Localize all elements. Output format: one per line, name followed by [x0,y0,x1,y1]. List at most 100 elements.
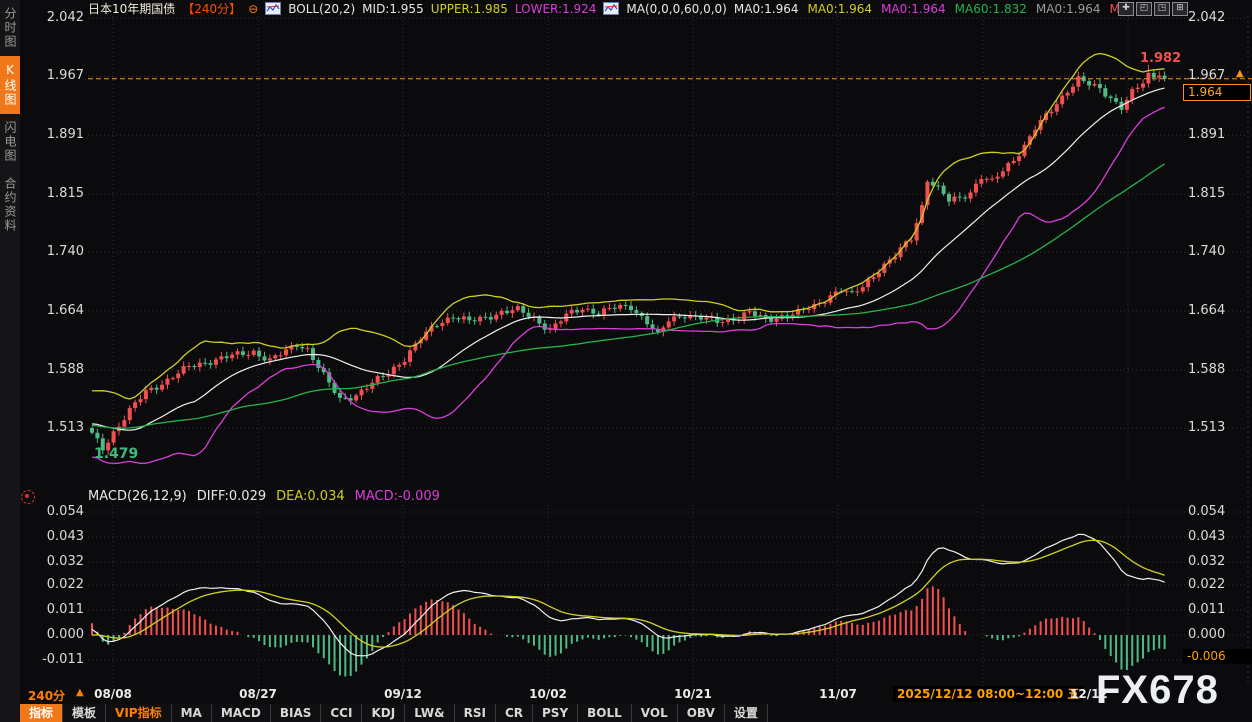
ma-value-4: MA0:1.964 [1036,2,1101,16]
toolbar-item-模板[interactable]: 模板 [63,704,106,722]
y-axis-label-left: 1.740 [26,244,84,259]
y-axis-label-left: 1.815 [26,186,84,201]
watermark: FX678 [1096,668,1219,713]
macd-histogram [92,586,1165,676]
grid-lines [88,16,1248,686]
window-buttons: ✚◰◳⊞ [1118,2,1188,16]
date-tick-label: 11/07 [808,687,868,701]
move-crosshair-icon[interactable]: ✚ [1118,2,1134,16]
y-axis-label-right: 1.815 [1188,186,1225,201]
ma-value-3: MA60:1.832 [955,2,1027,16]
boll-mid-line [92,88,1165,430]
sidebar-tab-1[interactable]: K线图 [0,56,20,114]
date-tick-label: 08/27 [228,687,288,701]
chart-window: 分时图K线图闪电图合约资料 日本10年期国债 【240分】 ⊖ BOLL(20,… [0,0,1252,722]
period-badge: 【240分】 [182,0,241,17]
date-tick-label: 08/08 [83,687,143,701]
macd-header: MACD(26,12,9) DIFF:0.029 DEA:0.034 MACD:… [88,489,440,504]
sidebar-tab-2[interactable]: 闪电图 [0,114,20,170]
price-up-arrow-icon: ▲ [1236,68,1244,79]
y-axis-label-left: 0.032 [26,554,84,569]
macd-diff-value: DIFF:0.029 [197,489,266,504]
toolbar-item-MACD[interactable]: MACD [212,704,271,722]
ma-values: MA0:1.964 MA0:1.964 MA0:1.964 MA60:1.832 MA0… [734,2,1128,16]
toolbar-item-LW&[interactable]: LW& [405,704,454,722]
ma-chart-icon [603,2,619,15]
toolbar-item-BOLL[interactable]: BOLL [578,704,632,722]
date-tick-label: 10/21 [663,687,723,701]
boll-upper-value: UPPER:1.985 [431,2,508,16]
date-tick-label: 09/12 [373,687,433,701]
y-axis-label-right: 0.022 [1188,577,1225,592]
y-axis-label-left: 0.054 [26,504,84,519]
zoom-axis-left-icon[interactable]: ◰ [1136,2,1152,16]
toolbar-item-OBV[interactable]: OBV [678,704,725,722]
toolbar-item-指标[interactable]: 指标 [20,704,63,722]
toolbar-item-KDJ[interactable]: KDJ [362,704,405,722]
session-time-label: 2025/12/12 08:00~12:00 五 [893,686,1083,702]
y-axis-label-left: 1.891 [26,127,84,142]
boll-lower-value: LOWER:1.924 [515,2,597,16]
symbol-title: 日本10年期国债 [88,0,175,17]
y-axis-label-right: 1.513 [1188,420,1225,435]
kline-chart-canvas[interactable] [0,0,1252,722]
period-selector[interactable]: 240分 [28,687,65,704]
left-sidebar: 分时图K线图闪电图合约资料 [0,0,20,722]
y-axis-label-right: 2.042 [1188,10,1225,25]
macd-label: MACD(26,12,9) [88,489,187,504]
macd-dea-value: DEA:0.034 [276,489,345,504]
ma-value-1: MA0:1.964 [807,2,872,16]
toolbar-item-RSI[interactable]: RSI [455,704,496,722]
macd-target-icon[interactable] [21,490,35,504]
y-axis-label-right: 1.891 [1188,127,1225,142]
last-price-tag: 1.964 [1183,84,1251,101]
time-axis: 240分 ▲ 2025/12/12 08:00~12:00 五 12/12 08… [0,686,1252,704]
y-axis-label-left: 1.513 [26,420,84,435]
y-axis-label-right: 0.011 [1188,602,1225,617]
sidebar-tab-0[interactable]: 分时图 [0,0,20,56]
toolbar-item-设置[interactable]: 设置 [725,704,768,722]
toolbar-item-PSY[interactable]: PSY [533,704,578,722]
y-axis-label-right: 1.588 [1188,362,1225,377]
chart-header: 日本10年期国债 【240分】 ⊖ BOLL(20,2) MID:1.955 U… [88,1,1128,16]
boll-chart-icon [265,2,281,15]
y-axis-label-left: 1.967 [26,68,84,83]
toolbar-item-VOL[interactable]: VOL [632,704,678,722]
y-axis-label-left: 0.000 [26,627,84,642]
macd-dea-line [92,540,1165,647]
y-axis-label-left: 0.043 [26,529,84,544]
toolbar-item-BIAS[interactable]: BIAS [271,704,322,722]
collapse-indicator-icon[interactable]: ⊖ [248,2,258,16]
y-axis-label-left: 1.588 [26,362,84,377]
toolbar-item-CCI[interactable]: CCI [321,704,362,722]
ma-value-2: MA0:1.964 [881,2,946,16]
ma-label: MA(0,0,0,60,0,0) [626,2,726,16]
toolbar-item-CR[interactable]: CR [496,704,533,722]
toolbar-item-MA[interactable]: MA [172,704,212,722]
y-axis-label-left: -0.011 [26,652,84,667]
sidebar-tab-3[interactable]: 合约资料 [0,170,20,240]
y-axis-label-left: 0.011 [26,602,84,617]
y-axis-label-right: 0.043 [1188,529,1225,544]
high-price-annotation: 1.982 [1140,51,1181,66]
boll-upper-line [92,54,1165,400]
y-axis-label-left: 2.042 [26,10,84,25]
boll-lower-line [92,107,1165,463]
zoom-axis-right-icon[interactable]: ◳ [1154,2,1170,16]
y-axis-label-right: 1.967 [1188,68,1225,83]
candlesticks [90,65,1167,455]
ma-value-0: MA0:1.964 [734,2,799,16]
macd-hist-value: MACD:-0.009 [355,489,440,504]
y-axis-label-left: 1.664 [26,303,84,318]
y-axis-label-right: 0.000 [1188,627,1225,642]
toolbar-item-VIP指标[interactable]: VIP指标 [106,704,172,722]
y-axis-label-right: 0.032 [1188,554,1225,569]
date-tick-label: 10/02 [518,687,578,701]
low-price-annotation: 1.479 [94,446,138,462]
window-popout-icon[interactable]: ⊞ [1172,2,1188,16]
ma60-line [92,164,1165,428]
y-axis-label-right: 0.054 [1188,504,1225,519]
y-axis-label-right: 1.664 [1188,303,1225,318]
boll-mid-value: MID:1.955 [362,2,424,16]
y-axis-label-right: 1.740 [1188,244,1225,259]
